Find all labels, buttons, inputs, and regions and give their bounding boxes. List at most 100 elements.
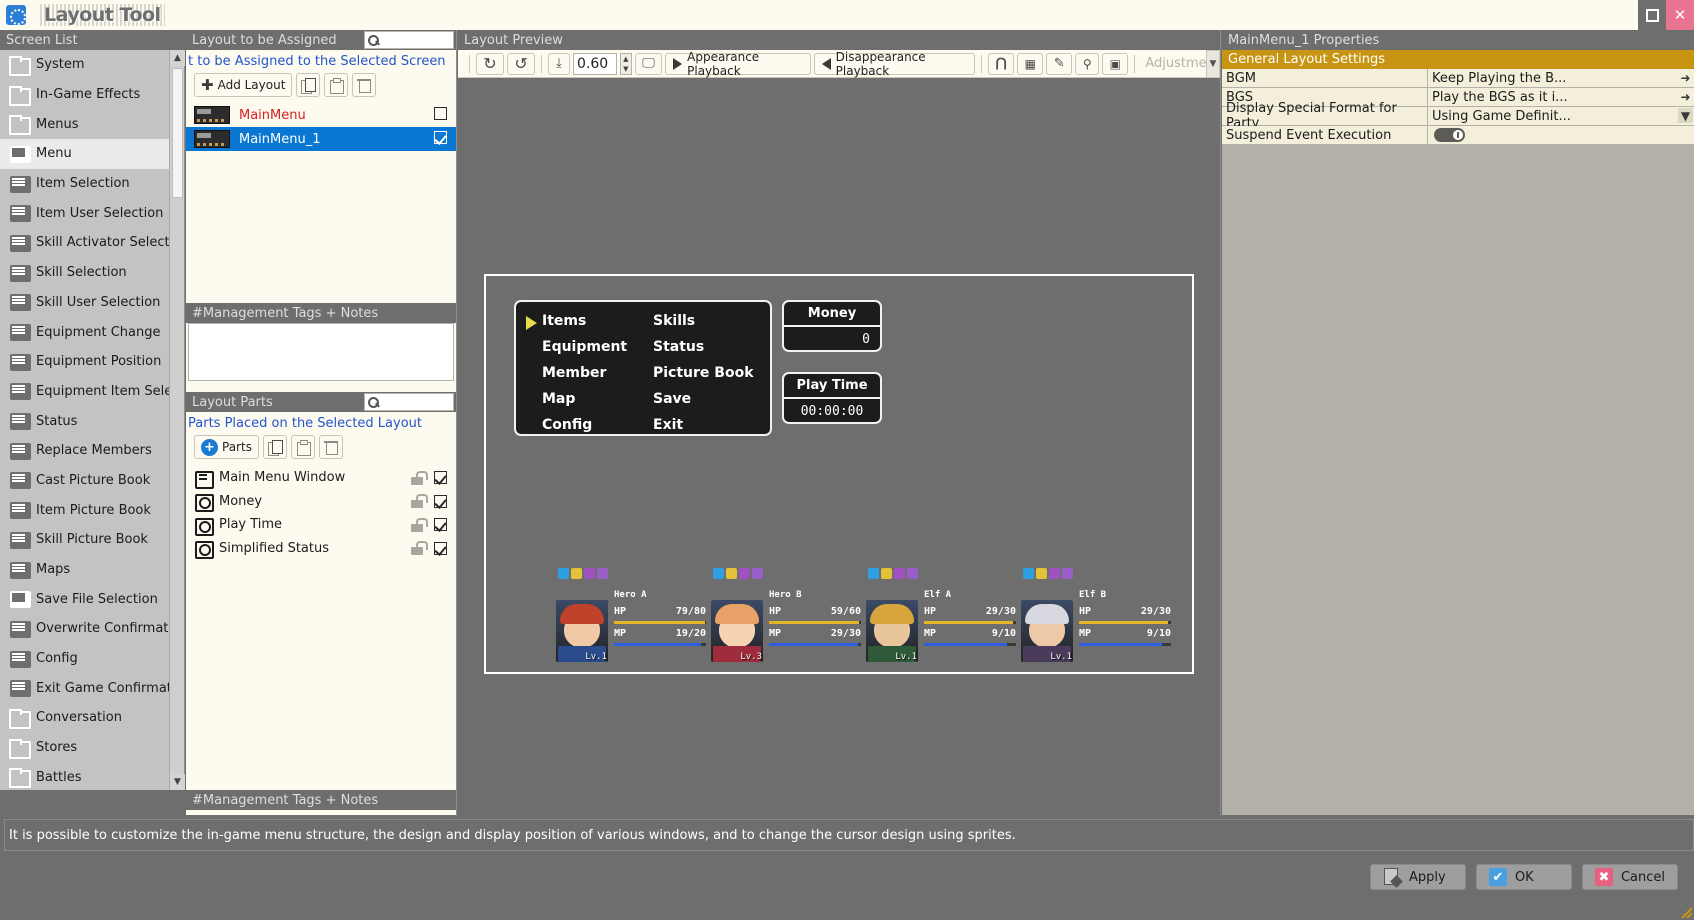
sidebar-item-item-picture-book[interactable]: Item Picture Book — [0, 495, 170, 525]
sidebar-item-system[interactable]: System — [0, 50, 170, 80]
preview-canvas[interactable]: Items Skills Equipment Status Member Picture … — [458, 78, 1220, 815]
layout-search-box[interactable] — [364, 31, 454, 49]
sidebar-item-menu[interactable]: Menu — [0, 139, 170, 169]
party-member[interactable]: Lv.1 Elf A HP 29/30 MP 9/10 — [866, 568, 1021, 662]
preview-scroll-down[interactable]: ▼ — [1206, 50, 1220, 78]
main-menu-window[interactable]: Items Skills Equipment Status Member Picture … — [514, 300, 772, 436]
parts-search-box[interactable] — [364, 393, 454, 411]
add-layout-button[interactable]: ✚ Add Layout — [194, 73, 293, 97]
property-value-cell[interactable] — [1428, 126, 1694, 144]
grid-button[interactable]: ▦ — [1017, 52, 1044, 75]
cancel-button[interactable]: ✖ Cancel — [1581, 864, 1678, 890]
simplified-status-bar[interactable]: Lv.1 Hero A HP 79/80 MP 19/20 Lv.3 Hero B HP 59/6… — [556, 568, 1176, 662]
open-detail-icon[interactable]: ➜ — [1678, 70, 1693, 85]
appearance-playback-button[interactable]: Appearance Playback — [665, 50, 811, 78]
zoom-input[interactable]: 0.60 — [573, 52, 617, 75]
zoom-up-icon[interactable]: ▲ — [621, 54, 631, 64]
parts-list-item[interactable]: Simplified Status — [186, 537, 456, 561]
party-member[interactable]: Lv.1 Hero A HP 79/80 MP 19/20 — [556, 568, 711, 662]
menu-command-save[interactable]: Save — [653, 391, 764, 407]
parts-list-item[interactable]: Main Menu Window — [186, 466, 456, 490]
sidebar-item-menus[interactable]: Menus — [0, 109, 170, 139]
copy-layout-button[interactable] — [296, 73, 321, 97]
layout-enable-checkbox[interactable] — [434, 106, 447, 124]
unlock-icon[interactable] — [411, 517, 428, 532]
pin-button[interactable]: ⚲ — [1075, 52, 1100, 75]
sidebar-item-maps[interactable]: Maps — [0, 555, 170, 585]
copy-part-button[interactable] — [262, 435, 287, 459]
magnet-button[interactable]: ⋂ — [988, 52, 1015, 75]
sidebar-item-skill-picture-book[interactable]: Skill Picture Book — [0, 525, 170, 555]
unlock-icon[interactable] — [411, 470, 428, 485]
disappearance-playback-button[interactable]: Disappearance Playback — [813, 50, 976, 78]
layout-list-item[interactable]: MainMenu_1 — [186, 127, 456, 151]
paste-layout-button[interactable] — [324, 73, 349, 97]
paste-part-button[interactable] — [290, 435, 315, 459]
property-value-cell[interactable]: Keep Playing the B... ➜ — [1428, 69, 1694, 87]
party-member[interactable]: Lv.3 Hero B HP 59/60 MP 29/30 — [711, 568, 866, 662]
part-visible-checkbox[interactable] — [434, 541, 447, 555]
sidebar-item-config[interactable]: Config — [0, 644, 170, 674]
unlock-icon[interactable] — [411, 494, 428, 509]
screen-list-scrollbar[interactable]: ▲ ▼ — [169, 50, 185, 790]
sidebar-item-stores[interactable]: Stores — [0, 733, 170, 763]
scroll-thumb[interactable] — [172, 68, 183, 198]
property-value-cell[interactable]: Play the BGS as it i... ➜ — [1428, 88, 1694, 106]
sidebar-item-save-file-selection[interactable]: Save File Selection — [0, 584, 170, 614]
scroll-up-icon[interactable]: ▲ — [170, 50, 185, 66]
sidebar-item-equipment-position[interactable]: Equipment Position — [0, 347, 170, 377]
part-visible-checkbox[interactable] — [434, 494, 447, 508]
sidebar-item-skill-activator-selection[interactable]: Skill Activator Selection — [0, 228, 170, 258]
chevron-down-icon[interactable]: ▼ — [1678, 108, 1693, 123]
money-window[interactable]: Money 0 — [782, 300, 882, 352]
sidebar-item-item-user-selection[interactable]: Item User Selection — [0, 198, 170, 228]
sidebar-item-in-game-effects[interactable]: In-Game Effects — [0, 80, 170, 110]
parts-list-item[interactable]: Play Time — [186, 513, 456, 537]
assign-notes-textarea[interactable] — [188, 323, 454, 381]
sidebar-item-equipment-change[interactable]: Equipment Change — [0, 317, 170, 347]
zoom-stepper[interactable]: ▲ ▼ — [619, 52, 632, 75]
open-detail-icon[interactable]: ➜ — [1678, 89, 1693, 104]
layout-view-button[interactable]: ▣ — [1102, 52, 1129, 75]
add-parts-button[interactable]: + Parts — [194, 435, 259, 459]
rotate-ccw-button[interactable]: ↺ — [507, 52, 536, 75]
sidebar-item-status[interactable]: Status — [0, 406, 170, 436]
ok-button[interactable]: ✔ OK — [1475, 864, 1572, 890]
sidebar-item-skill-user-selection[interactable]: Skill User Selection — [0, 288, 170, 318]
property-row[interactable]: BGM Keep Playing the B... ➜ — [1222, 69, 1694, 88]
sidebar-item-replace-members[interactable]: Replace Members — [0, 436, 170, 466]
layout-list-item[interactable]: MainMenu — [186, 103, 456, 127]
fit-to-screen-button[interactable]: ⤓ — [548, 52, 571, 75]
rotate-cw-button[interactable]: ↻ — [475, 52, 505, 75]
menu-command-config[interactable]: Config — [542, 417, 653, 433]
menu-command-items[interactable]: Items — [542, 313, 653, 329]
sidebar-item-conversation[interactable]: Conversation — [0, 703, 170, 733]
property-row[interactable]: Suspend Event Execution — [1222, 126, 1694, 145]
sidebar-item-battles[interactable]: Battles — [0, 763, 170, 791]
parts-list-item[interactable]: Money — [186, 490, 456, 514]
sidebar-item-equipment-item-selection[interactable]: Equipment Item Selection — [0, 377, 170, 407]
playtime-window[interactable]: Play Time 00:00:00 — [782, 372, 882, 424]
menu-command-equipment[interactable]: Equipment — [542, 339, 653, 355]
monitor-button[interactable]: 🖵 — [634, 52, 663, 75]
sidebar-item-overwrite-confirmation[interactable]: Overwrite Confirmation — [0, 614, 170, 644]
menu-command-member[interactable]: Member — [542, 365, 653, 381]
delete-part-button[interactable] — [318, 435, 343, 459]
unlock-icon[interactable] — [411, 541, 428, 556]
sidebar-item-cast-picture-book[interactable]: Cast Picture Book — [0, 466, 170, 496]
menu-command-picture-book[interactable]: Picture Book — [653, 365, 764, 381]
resize-grip[interactable] — [1678, 904, 1692, 918]
property-row[interactable]: Display Special Format for Party Using Ga… — [1222, 101, 1694, 131]
sidebar-item-exit-game-confirmation[interactable]: Exit Game Confirmation — [0, 673, 170, 703]
scroll-down-icon[interactable]: ▼ — [170, 774, 185, 790]
party-member[interactable]: Lv.1 Elf B HP 29/30 MP 9/10 — [1021, 568, 1176, 662]
close-button[interactable]: ✕ — [1666, 0, 1694, 30]
layout-enable-checkbox[interactable] — [434, 130, 447, 148]
minimize-button[interactable] — [1638, 0, 1666, 30]
suspend-event-toggle[interactable] — [1434, 128, 1465, 142]
sidebar-item-item-selection[interactable]: Item Selection — [0, 169, 170, 199]
menu-command-map[interactable]: Map — [542, 391, 653, 407]
property-value-cell[interactable]: Using Game Definit... ▼ — [1428, 107, 1694, 125]
sidebar-item-skill-selection[interactable]: Skill Selection — [0, 258, 170, 288]
menu-command-status[interactable]: Status — [653, 339, 764, 355]
